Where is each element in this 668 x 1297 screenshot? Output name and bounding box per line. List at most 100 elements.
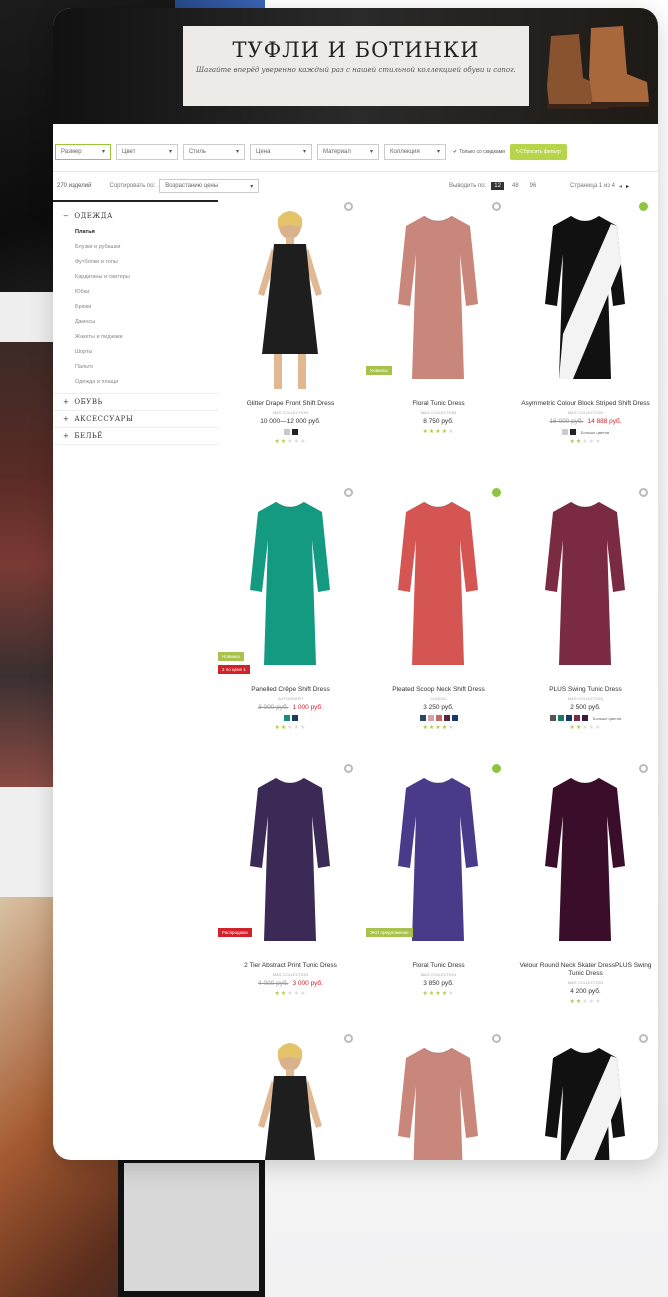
more-colors-link[interactable]: Больше цветов [593, 716, 621, 721]
dress-image[interactable] [513, 1036, 658, 1160]
product-name[interactable]: Velour Round Neck Skater DressPLUS Swing… [513, 962, 658, 978]
sidebar-item[interactable]: Платья [53, 224, 218, 239]
product-image[interactable]: Распродажа [218, 764, 363, 956]
sidebar-item[interactable]: Футболки и топы [53, 254, 218, 269]
product-card[interactable] [513, 1034, 658, 1160]
dress-image[interactable] [366, 1036, 511, 1160]
product-card[interactable]: ЭКО предложение Floral Tunic Dress M&S COL… [366, 764, 511, 997]
sale-only-checkbox[interactable]: ✔ Только со скидками [453, 149, 505, 155]
product-name[interactable]: PLUS Swing Tunic Dress [513, 686, 658, 694]
product-image[interactable]: Новинка 2 по цене 1 [218, 488, 363, 680]
sidebar-category[interactable]: + ОБУВЬ [53, 394, 218, 411]
product-image[interactable] [513, 488, 658, 680]
sidebar-category[interactable]: + АКСЕССУАРЫ [53, 411, 218, 428]
sidebar-category[interactable]: + БЕЛЬЁ [53, 428, 218, 445]
sidebar-item[interactable]: Юбки [53, 284, 218, 299]
product-card[interactable]: Velour Round Neck Skater DressPLUS Swing… [513, 764, 658, 1005]
product-image[interactable] [513, 764, 658, 956]
product-image[interactable]: ЭКО предложение [366, 764, 511, 956]
wishlist-icon[interactable] [344, 1034, 353, 1043]
color-swatch[interactable] [561, 429, 568, 435]
sidebar-item[interactable]: Блузки и рубашки [53, 239, 218, 254]
filter-select[interactable]: Цвет ▾ [116, 143, 178, 160]
per-page-option[interactable]: 12 [491, 182, 504, 190]
color-swatch[interactable] [291, 429, 298, 435]
sidebar-item[interactable]: Пальто [53, 359, 218, 374]
wishlist-icon[interactable] [344, 202, 353, 211]
per-page-option[interactable]: 48 [509, 182, 522, 190]
color-swatch[interactable] [557, 715, 564, 721]
product-card[interactable]: Glitter Drape Front Shift Dress M&S COLLE… [218, 202, 363, 445]
per-page-option[interactable]: 96 [527, 182, 540, 190]
product-name[interactable]: Floral Tunic Dress [366, 400, 511, 408]
sidebar-item[interactable]: Шорты [53, 344, 218, 359]
wishlist-icon[interactable] [344, 764, 353, 773]
product-name[interactable]: Panelled Crêpe Shift Dress [218, 686, 363, 694]
more-colors-link[interactable]: Больше цветов [581, 430, 609, 435]
color-swatch[interactable] [581, 715, 588, 721]
color-swatch[interactable] [549, 715, 556, 721]
product-card[interactable] [366, 1034, 511, 1160]
product-image[interactable]: БЫСТРЫЙ ПРОСМОТР [218, 1034, 363, 1160]
product-name[interactable]: Floral Tunic Dress [366, 962, 511, 970]
product-name[interactable]: Asymmetric Colour Block Striped Shift Dr… [513, 400, 658, 408]
wishlist-icon[interactable] [492, 764, 501, 773]
sidebar-category[interactable]: − ОДЕЖДА [53, 208, 218, 224]
sidebar-item[interactable]: Жакеты и пиджаки [53, 329, 218, 344]
dress-image[interactable] [218, 1036, 363, 1160]
color-swatch[interactable] [573, 715, 580, 721]
wishlist-icon[interactable] [639, 764, 648, 773]
color-swatch[interactable] [569, 429, 576, 435]
product-image[interactable] [513, 1034, 658, 1160]
color-swatch[interactable] [427, 715, 434, 721]
product-name[interactable]: Glitter Drape Front Shift Dress [218, 400, 363, 408]
sidebar-item[interactable]: Джинсы [53, 314, 218, 329]
product-image[interactable] [218, 202, 363, 394]
color-swatch[interactable] [419, 715, 426, 721]
wishlist-icon[interactable] [344, 488, 353, 497]
sort-select[interactable]: Возрастанию цены ▾ [159, 179, 260, 193]
color-swatch[interactable] [435, 715, 442, 721]
product-card[interactable]: Новинка 2 по цене 1 Panelled Crêpe Shift D… [218, 488, 363, 731]
next-page-icon[interactable]: ▸ [626, 183, 629, 190]
dress-image[interactable] [218, 204, 363, 394]
reset-filter-button[interactable]: ↻ Сбросить фильтр [509, 143, 567, 160]
product-name[interactable]: 2 Tier Abstract Print Tunic Dress [218, 962, 363, 970]
product-card[interactable]: БЫСТРЫЙ ПРОСМОТР [218, 1034, 363, 1160]
prev-page-icon[interactable]: ◂ [619, 183, 622, 190]
filter-select[interactable]: Коллекция ▾ [384, 143, 446, 160]
color-swatch[interactable] [443, 715, 450, 721]
product-card[interactable]: PLUS Swing Tunic Dress M&S COLLECTION 2 50… [513, 488, 658, 731]
product-image[interactable] [513, 202, 658, 394]
product-image[interactable] [366, 1034, 511, 1160]
product-card[interactable]: Asymmetric Colour Block Striped Shift Dr… [513, 202, 658, 445]
filter-select[interactable]: Цена ▾ [250, 143, 312, 160]
color-swatch[interactable] [451, 715, 458, 721]
sidebar-item[interactable]: Брюки [53, 299, 218, 314]
dress-image[interactable] [366, 490, 511, 680]
color-swatch[interactable] [283, 715, 290, 721]
wishlist-icon[interactable] [639, 1034, 648, 1043]
color-swatch[interactable] [565, 715, 572, 721]
dress-image[interactable] [513, 766, 658, 956]
product-card[interactable]: Pleated Scoop Neck Shift Dress CLASSIC 3 2… [366, 488, 511, 731]
filter-select[interactable]: Стиль ▾ [183, 143, 245, 160]
product-image[interactable] [366, 488, 511, 680]
filter-select[interactable]: Материал ▾ [317, 143, 379, 160]
product-image[interactable]: Новинка [366, 202, 511, 394]
color-swatch[interactable] [291, 715, 298, 721]
dress-image[interactable] [513, 204, 658, 394]
sidebar-item[interactable]: Кардиганы и свитеры [53, 269, 218, 284]
sidebar-item[interactable]: Одежда и плащи [53, 374, 218, 389]
color-swatch[interactable] [283, 429, 290, 435]
product-card[interactable]: Новинка Floral Tunic Dress M&S COLLECTION 8… [366, 202, 511, 435]
wishlist-icon[interactable] [639, 488, 648, 497]
dress-image[interactable] [513, 490, 658, 680]
filter-select[interactable]: Размер ▾ [55, 143, 111, 160]
wishlist-icon[interactable] [492, 1034, 501, 1043]
wishlist-icon[interactable] [492, 202, 501, 211]
product-name[interactable]: Pleated Scoop Neck Shift Dress [366, 686, 511, 694]
wishlist-icon[interactable] [639, 202, 648, 211]
product-card[interactable]: Распродажа 2 Tier Abstract Print Tunic Dr… [218, 764, 363, 997]
wishlist-icon[interactable] [492, 488, 501, 497]
